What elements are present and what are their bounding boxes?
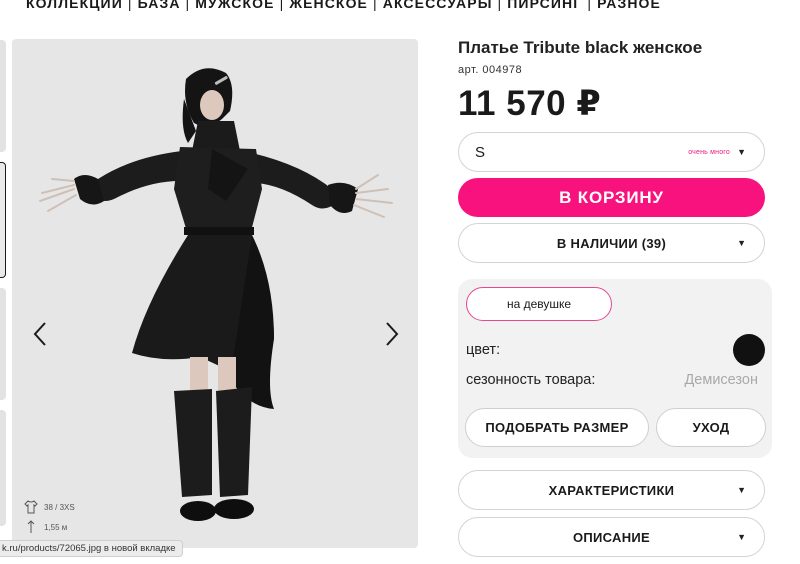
nav-separator: | [587,0,593,11]
size-select[interactable]: S очень много ▼ [458,132,765,172]
nav-separator: | [497,0,503,11]
chevron-down-icon: ▼ [737,532,746,542]
product-title: Платье Tribute black женское [458,38,703,57]
product-sku: арт. 004978 [458,64,523,76]
top-nav: КОЛЛЕКЦИИ | БАЗА | МУЖСКОЕ | ЖЕНСКОЕ | А… [26,0,661,12]
chevron-down-icon: ▼ [737,238,746,248]
height-icon [27,520,35,533]
thumbnail-active[interactable] [0,162,6,278]
browser-status-bar: k.ru/products/72065.jpg в новой вкладке [0,540,183,557]
availability-label: В НАЛИЧИИ (39) [556,235,667,251]
specs-label: ХАРАКТЕРИСТИКИ [548,482,675,498]
color-swatch-black[interactable] [733,334,765,366]
product-details-panel: на девушке цвет: сезонность товара: Деми… [458,279,772,458]
color-label: цвет: [466,342,501,358]
stock-note: очень много [688,148,730,156]
chevron-right-icon [386,322,399,346]
next-image-button[interactable] [378,317,406,351]
description-label: ОПИСАНИЕ [572,529,651,545]
nav-item-accessories[interactable]: АКСЕССУАРЫ [383,0,493,11]
on-model-tag-button[interactable]: на девушке [466,287,612,321]
care-button[interactable]: УХОД [656,408,766,447]
tshirt-icon [24,500,38,514]
thumbnail-strip [0,36,6,556]
season-value: Демисезон [684,372,758,388]
nav-item-women[interactable]: ЖЕНСКОЕ [289,0,368,11]
specs-accordion[interactable]: ХАРАКТЕРИСТИКИ ▼ [458,470,765,510]
product-image-gallery[interactable]: 38 / 3XS 1,55 м [12,39,418,548]
nav-separator: | [373,0,378,11]
nav-item-base[interactable]: БАЗА [138,0,181,11]
nav-separator: | [127,0,133,11]
nav-separator: | [279,0,285,11]
nav-item-collections[interactable]: КОЛЛЕКЦИИ [26,0,123,11]
chevron-left-icon [33,322,46,346]
product-price: 11 570 ₽ [458,84,602,123]
season-label: сезонность товара: [466,372,596,388]
chevron-down-icon: ▼ [737,147,746,157]
size-guide-button[interactable]: ПОДОБРАТЬ РАЗМЕР [465,408,649,447]
model-height: 1,55 м [44,522,68,532]
nav-item-men[interactable]: МУЖСКОЕ [195,0,274,11]
nav-item-misc[interactable]: РАЗНОЕ [597,0,661,11]
thumbnail[interactable] [0,288,6,400]
product-photo [39,68,393,521]
model-info: 38 / 3XS 1,55 м [24,497,75,537]
add-to-cart-button[interactable]: В КОРЗИНУ [458,178,765,217]
availability-dropdown[interactable]: В НАЛИЧИИ (39) ▼ [458,223,765,263]
nav-separator: | [185,0,191,11]
chevron-down-icon: ▼ [737,485,746,495]
selected-size: S [475,143,486,161]
description-accordion[interactable]: ОПИСАНИЕ ▼ [458,517,765,557]
thumbnail[interactable] [0,40,6,152]
model-size: 38 / 3XS [44,502,75,512]
nav-item-piercing[interactable]: ПИРСИНГ [507,0,582,11]
previous-image-button[interactable] [26,317,54,351]
thumbnail[interactable] [0,410,6,526]
